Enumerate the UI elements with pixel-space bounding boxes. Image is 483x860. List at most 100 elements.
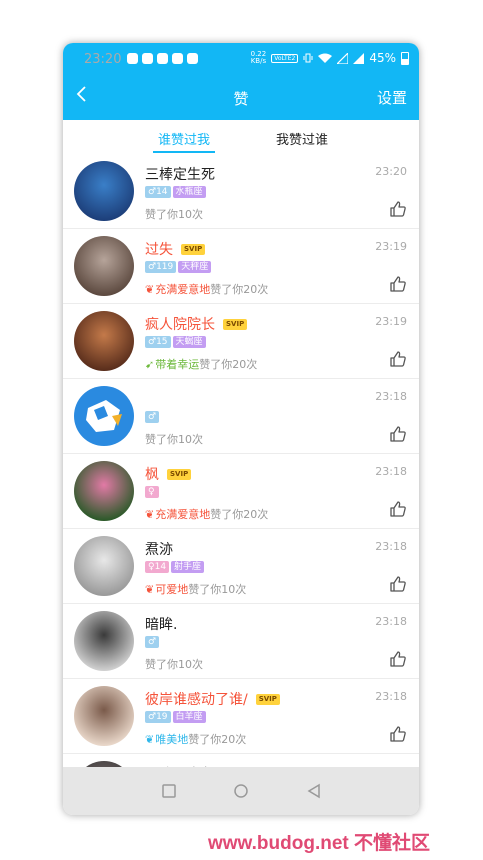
avatar[interactable]	[74, 536, 134, 596]
triangle-back-icon[interactable]	[306, 783, 322, 799]
list-item[interactable]: ♂ 赞了你10次 23:18	[63, 379, 419, 454]
medal-text: 充满爱意地	[155, 508, 211, 521]
zodiac-badge: 水瓶座	[172, 186, 206, 198]
svip-badge: SVIP	[223, 318, 248, 330]
avatar[interactable]	[74, 236, 134, 296]
user-name[interactable]: 疯人院院长 SVIP	[145, 314, 248, 334]
list-item[interactable]: 过失 SVIP ♂119 天秤座 ❦ 充满爱意地 赞了你20次 23:19	[63, 229, 419, 304]
medal-text: 可爱地	[155, 583, 189, 596]
list-item[interactable]: 焄洂 ♀14 射手座 ❦ 可爱地 赞了你10次 23:18	[63, 529, 419, 604]
zodiac-badge: 天秤座	[178, 261, 212, 273]
medal-text: 带着幸运	[155, 358, 200, 371]
user-name[interactable]: 暗眸.	[145, 614, 177, 634]
wifi-icon	[318, 53, 333, 63]
like-count: 赞了你10次	[145, 433, 203, 446]
thumbs-up-icon[interactable]	[389, 350, 407, 368]
avatar[interactable]	[74, 686, 134, 746]
user-tags: ♂14 水瓶座	[145, 186, 206, 198]
female-icon: ♀	[148, 487, 155, 497]
like-summary: 赞了你10次	[145, 431, 203, 447]
like-count: 赞了你20次	[199, 358, 258, 371]
user-name[interactable]: 彼岸谁感动了谁/SVIP	[145, 689, 280, 709]
medal-text: 充满爱意地	[155, 283, 211, 296]
gender-age-badge: ♂15	[145, 336, 171, 348]
signal-icon	[353, 52, 365, 64]
thumbs-up-icon[interactable]	[389, 500, 407, 518]
gender-age-badge: ♂119	[145, 261, 177, 273]
like-summary: ❦ 唯美地 赞了你20次	[145, 731, 246, 747]
male-icon: ♂	[148, 637, 157, 647]
gender-age-badge: ♂14	[145, 186, 171, 198]
circle-icon[interactable]	[233, 783, 249, 799]
like-summary: 赞了你10次	[145, 206, 203, 222]
user-tags: ♀	[145, 486, 159, 498]
thumbs-up-icon[interactable]	[389, 575, 407, 593]
gender-age-badge: ♀14	[145, 561, 170, 573]
avatar[interactable]	[74, 311, 134, 371]
thumbs-up-icon[interactable]	[389, 200, 407, 218]
user-name[interactable]: 焄洂	[145, 539, 173, 559]
avatar[interactable]	[74, 611, 134, 671]
notification-icon	[142, 53, 153, 64]
battery-icon	[401, 51, 409, 65]
like-list: 三棒定生死 ♂14 水瓶座 赞了你10次 23:20 过失 SVIP ♂119 天秤座 ❦ 充…	[63, 154, 419, 767]
medal-icon: ❦	[145, 732, 155, 746]
thumbs-up-icon[interactable]	[389, 650, 407, 668]
user-tags: ♂	[145, 411, 160, 423]
like-time: 23:18	[375, 465, 407, 478]
settings-button[interactable]: 设置	[377, 87, 407, 108]
watermark: www.budog.net 不懂社区	[208, 833, 430, 854]
list-item[interactable]: 三棒定生死 ♂14 水瓶座 赞了你10次 23:20	[63, 154, 419, 229]
like-count: 赞了你10次	[145, 658, 203, 671]
notification-icons	[127, 53, 198, 64]
like-summary: ➹ 带着幸运 赞了你20次	[145, 356, 257, 372]
age-text: 19	[156, 712, 168, 722]
avatar[interactable]	[74, 386, 134, 446]
user-name[interactable]: 过失 SVIP	[145, 239, 206, 259]
like-summary: 赞了你10次	[145, 656, 203, 672]
gender-age-badge: ♂	[145, 636, 160, 648]
medal-icon: ❦	[145, 507, 155, 521]
like-count: 赞了你20次	[210, 508, 269, 521]
avatar[interactable]	[74, 461, 134, 521]
list-item[interactable]: 疯人院院长 SVIP ♂15 天蝎座 ➹ 带着幸运 赞了你20次 23:19	[63, 304, 419, 379]
user-tags: ♂19 白羊座	[145, 711, 206, 723]
male-icon: ♂	[148, 412, 157, 422]
gender-age-badge: ♂19	[145, 711, 171, 723]
like-count: 赞了你20次	[188, 733, 247, 746]
medal-icon: ❦	[145, 582, 155, 596]
male-icon: ♂	[148, 337, 157, 347]
tab-who-liked-me[interactable]: 谁赞过我	[152, 129, 216, 153]
user-name-text: 焄洂	[145, 542, 173, 558]
user-name[interactable]: 枫 SVIP	[145, 464, 192, 484]
like-time: 23:18	[375, 390, 407, 403]
thumbs-up-icon[interactable]	[389, 275, 407, 293]
list-item[interactable]: 思追、念归 ♂23:18	[63, 754, 419, 767]
medal-text: 唯美地	[155, 733, 189, 746]
battery-percent: 45%	[369, 51, 396, 65]
status-right: 0.22 KB/s VoLTE2 45%	[251, 51, 409, 65]
user-tags: ♂15 天蝎座	[145, 336, 206, 348]
zodiac-badge: 白羊座	[172, 711, 206, 723]
phone-screen: 23:20 0.22 KB/s VoLTE2 45% 赞 设置 谁赞过我 我赞过…	[63, 43, 419, 815]
thumbs-up-icon[interactable]	[389, 725, 407, 743]
thumbs-up-icon[interactable]	[389, 425, 407, 443]
signal-icon	[337, 52, 349, 64]
avatar[interactable]	[74, 161, 134, 221]
tab-who-i-liked[interactable]: 我赞过谁	[276, 129, 328, 148]
user-name[interactable]: 三棒定生死	[145, 164, 215, 184]
notification-icon	[157, 53, 168, 64]
like-time: 23:19	[375, 315, 407, 328]
list-item[interactable]: 暗眸. ♂ 赞了你10次 23:18	[63, 604, 419, 679]
male-icon: ♂	[148, 262, 157, 272]
list-item[interactable]: 彼岸谁感动了谁/SVIP ♂19 白羊座 ❦ 唯美地 赞了你20次 23:18	[63, 679, 419, 754]
user-tags: ♂119 天秤座	[145, 261, 212, 273]
list-item[interactable]: 枫 SVIP ♀ ❦ 充满爱意地 赞了你20次 23:18	[63, 454, 419, 529]
square-icon[interactable]	[161, 783, 177, 799]
vibrate-icon	[303, 53, 313, 63]
medal-icon: ➹	[145, 357, 155, 371]
nav-bar: 赞 设置	[63, 76, 419, 120]
like-summary: ❦ 可爱地 赞了你10次	[145, 581, 246, 597]
svip-badge: SVIP	[255, 693, 280, 705]
system-nav-bar	[63, 767, 419, 815]
